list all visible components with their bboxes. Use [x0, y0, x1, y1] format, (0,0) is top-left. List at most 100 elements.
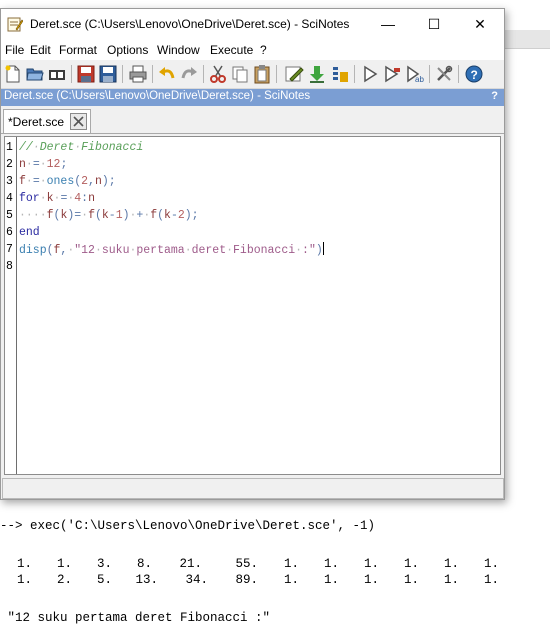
print-icon[interactable] — [128, 64, 148, 84]
toolbar-separator — [458, 65, 459, 83]
line-number: 4 — [6, 192, 13, 205]
cut-icon[interactable] — [208, 64, 228, 84]
svg-text:?: ? — [471, 68, 478, 82]
open-file-icon[interactable] — [25, 64, 45, 84]
result-cell: 55. — [235, 557, 258, 571]
save-as-icon[interactable] — [98, 64, 118, 84]
result-cell: 13. — [135, 573, 158, 587]
tab-deret-sce[interactable]: *Deret.sce — [3, 109, 91, 133]
maximize-button[interactable]: ☐ — [411, 9, 457, 40]
result-cell: 1. — [283, 557, 299, 571]
save-icon[interactable] — [76, 64, 96, 84]
result-cell: 1. — [16, 573, 32, 587]
close-button[interactable]: ✕ — [457, 9, 503, 40]
tab-strip: *Deret.sce — [1, 107, 504, 134]
redo-icon[interactable] — [179, 64, 199, 84]
code-editor[interactable]: 1 2 3 4 5 6 7 8 //·Deret·Fibonacci n·=·1… — [4, 136, 501, 475]
result-cell: 1. — [363, 557, 379, 571]
result-cell: 1. — [403, 557, 419, 571]
indent-icon[interactable] — [284, 64, 304, 84]
result-cell: 3. — [96, 557, 112, 571]
run-to-cursor-icon[interactable]: ab — [405, 64, 425, 84]
result-cell: 1. — [56, 557, 72, 571]
paste-icon[interactable] — [252, 64, 272, 84]
code-line: ····f(k)=·f(k-1)·+·f(k-2); — [19, 209, 199, 222]
console-command-line: --> exec('C:\Users\Lenovo\OneDrive\Deret… — [0, 519, 376, 533]
new-file-icon[interactable] — [3, 64, 23, 84]
execute-download-icon[interactable] — [307, 64, 327, 84]
result-cell: 1. — [483, 557, 499, 571]
result-cell: 89. — [235, 573, 258, 587]
code-line: n·=·12; — [19, 158, 68, 171]
menu-bar: File Edit Format Options Window Execute … — [1, 40, 504, 60]
tab-close-icon[interactable] — [70, 113, 87, 130]
code-line: end — [19, 226, 40, 239]
minimize-button[interactable]: — — [365, 9, 411, 40]
result-cell: 1. — [483, 573, 499, 587]
toolbar-separator — [152, 65, 153, 83]
editor-panel-titlebar: Deret.sce (C:\Users\Lenovo\OneDrive\Dere… — [1, 89, 504, 106]
toolbar-separator — [71, 65, 72, 83]
line-number: 6 — [6, 226, 13, 239]
result-cell: 1. — [443, 557, 459, 571]
preferences-icon[interactable] — [434, 64, 454, 84]
result-cell: 1. — [403, 573, 419, 587]
open-recent-icon[interactable] — [47, 64, 67, 84]
svg-text:ab: ab — [415, 75, 424, 84]
line-number: 8 — [6, 260, 13, 273]
scinotes-window: Deret.sce (C:\Users\Lenovo\OneDrive\Dere… — [0, 8, 505, 500]
toolbar-separator — [429, 65, 430, 83]
line-number: 2 — [6, 158, 13, 171]
menu-execute[interactable]: Execute — [210, 43, 253, 57]
title-bar[interactable]: Deret.sce (C:\Users\Lenovo\OneDrive\Dere… — [1, 9, 504, 40]
result-cell: 1. — [283, 573, 299, 587]
code-line: f·=·ones(2,n); — [19, 175, 116, 188]
window-title: Deret.sce (C:\Users\Lenovo\OneDrive\Dere… — [30, 17, 350, 31]
result-cell: 34. — [185, 573, 208, 587]
panel-help-button[interactable]: ? — [491, 90, 498, 102]
menu-options[interactable]: Options — [107, 43, 148, 57]
result-cell: 1. — [443, 573, 459, 587]
run-selection-icon[interactable] — [382, 64, 402, 84]
undo-icon[interactable] — [157, 64, 177, 84]
line-number: 3 — [6, 175, 13, 188]
toolbar-separator — [122, 65, 123, 83]
line-number-gutter: 1 2 3 4 5 6 7 8 — [5, 137, 17, 474]
result-cell: 1. — [16, 557, 32, 571]
menu-help[interactable]: ? — [260, 43, 267, 57]
execute-file-icon[interactable] — [330, 64, 350, 84]
toolbar-separator — [276, 65, 277, 83]
result-cell: 21. — [179, 557, 202, 571]
menu-file[interactable]: File — [5, 43, 24, 57]
tab-label: *Deret.sce — [8, 115, 65, 129]
code-line: for·k·=·4:n — [19, 192, 95, 205]
help-icon[interactable]: ? — [464, 64, 484, 84]
menu-window[interactable]: Window — [157, 43, 200, 57]
toolbar-separator — [354, 65, 355, 83]
console-window-edge — [503, 30, 550, 49]
text-caret — [322, 242, 324, 255]
result-cell: 1. — [323, 557, 339, 571]
line-number: 5 — [6, 209, 13, 222]
console-output-message: "12 suku pertama deret Fibonacci :" — [0, 611, 271, 625]
result-cell: 8. — [136, 557, 152, 571]
code-line: disp(f,·"12·suku·pertama·deret·Fibonacci… — [19, 242, 324, 257]
result-cell: 5. — [96, 573, 112, 587]
result-cell: 2. — [56, 573, 72, 587]
menu-format[interactable]: Format — [59, 43, 97, 57]
console-result-row-1: 1. 1. 3. 8. 21. 55. 1. 1. 1. 1. 1. 1. — [0, 557, 550, 573]
toolbar-separator — [203, 65, 204, 83]
panel-title: Deret.sce (C:\Users\Lenovo\OneDrive\Dere… — [4, 90, 311, 102]
copy-icon[interactable] — [230, 64, 250, 84]
status-bar — [2, 478, 504, 499]
toolbar: ab ? — [1, 61, 504, 89]
line-number: 7 — [6, 243, 13, 256]
result-cell: 1. — [363, 573, 379, 587]
console-result-row-2: 1. 2. 5. 13. 34. 89. 1. 1. 1. 1. 1. 1. — [0, 573, 550, 589]
menu-edit[interactable]: Edit — [30, 43, 51, 57]
scinotes-app-icon — [7, 17, 23, 32]
scilab-console[interactable]: --> exec('C:\Users\Lenovo\OneDrive\Deret… — [0, 500, 550, 642]
code-line: //·Deret·Fibonacci — [19, 141, 144, 154]
line-number: 1 — [6, 141, 13, 154]
run-icon[interactable] — [360, 64, 380, 84]
